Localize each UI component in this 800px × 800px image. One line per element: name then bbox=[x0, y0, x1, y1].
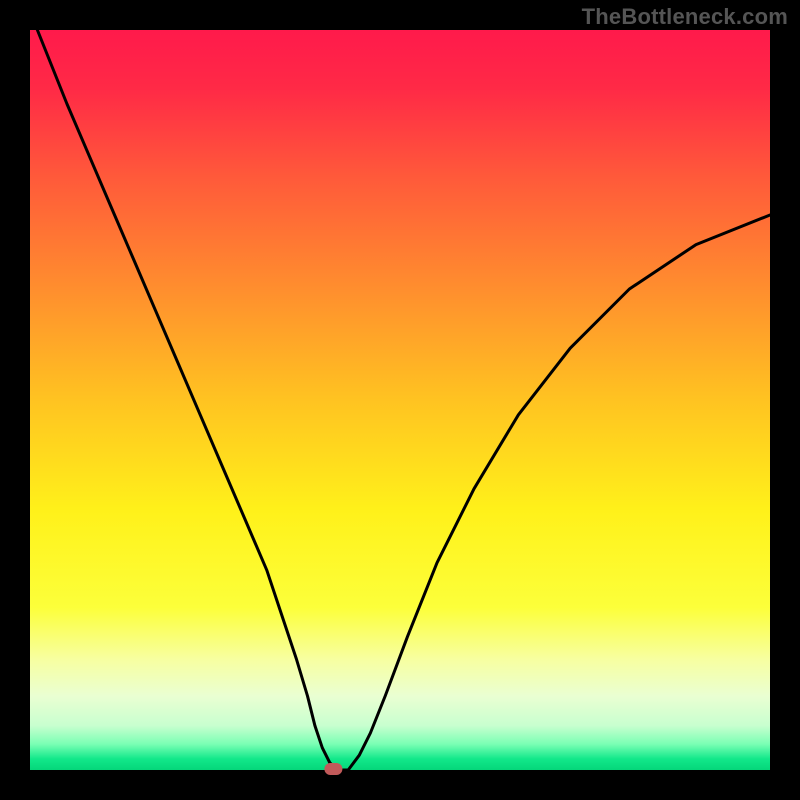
minimum-marker bbox=[324, 763, 342, 775]
chart-svg bbox=[0, 0, 800, 800]
bottleneck-chart: TheBottleneck.com bbox=[0, 0, 800, 800]
